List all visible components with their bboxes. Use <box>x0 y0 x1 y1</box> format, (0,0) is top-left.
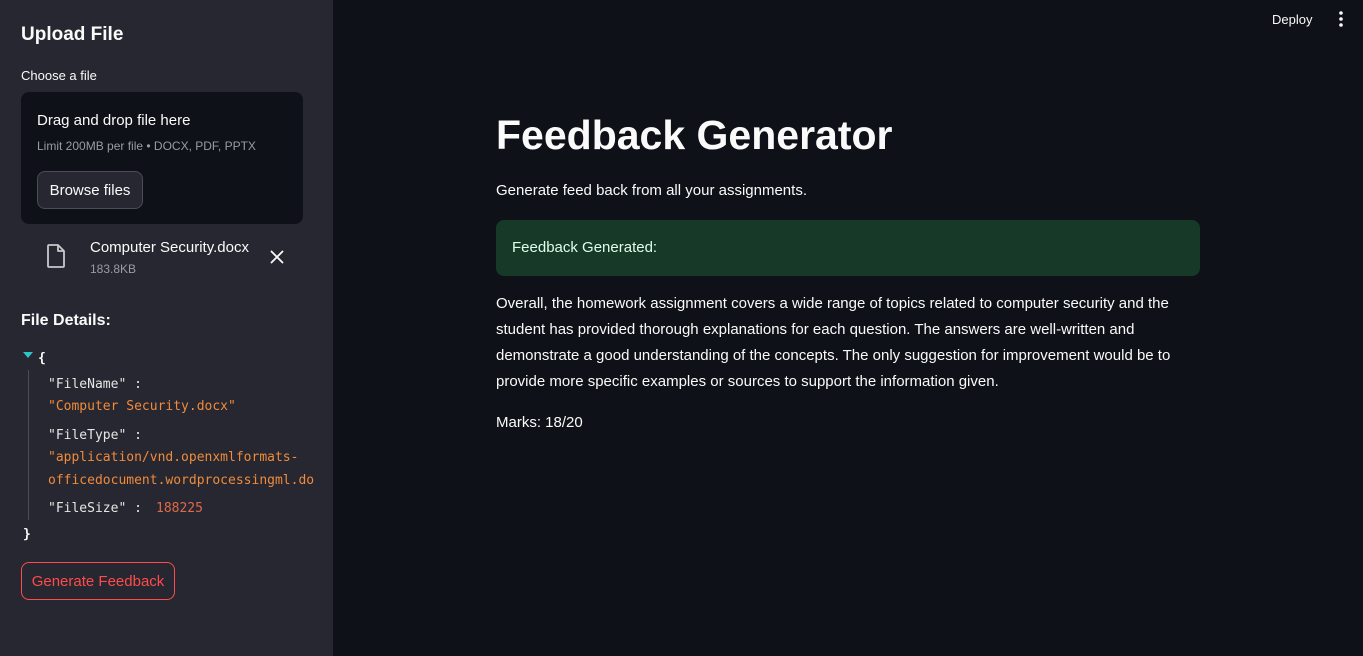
file-details-title: File Details: <box>21 312 111 329</box>
collapse-caret-icon[interactable] <box>23 352 33 358</box>
json-key-filename: "FileName" : <box>48 377 142 392</box>
file-details-json: { "FileName" : "Computer Security.docx" … <box>0 348 333 548</box>
dropzone-limit-text: Limit 200MB per file • DOCX, PDF, PPTX <box>37 139 256 153</box>
json-value-filesize: 188225 <box>156 501 203 516</box>
sidebar: Upload File Choose a file Drag and drop … <box>0 0 333 656</box>
json-key-filesize: "FileSize" : <box>48 501 142 516</box>
dropzone-instructions: Drag and drop file here <box>37 112 191 129</box>
file-dropzone[interactable]: Drag and drop file here Limit 200MB per … <box>21 92 303 224</box>
sidebar-title: Upload File <box>21 24 124 45</box>
more-vertical-icon[interactable] <box>1334 9 1348 29</box>
app: Upload File Choose a file Drag and drop … <box>0 0 1363 656</box>
json-value-filename: "Computer Security.docx" <box>48 399 236 414</box>
success-alert: Feedback Generated: <box>496 220 1200 276</box>
file-icon <box>47 244 65 268</box>
uploaded-file-size: 183.8KB <box>90 262 137 276</box>
uploaded-file-name: Computer Security.docx <box>90 239 249 256</box>
success-alert-text: Feedback Generated: <box>512 239 658 256</box>
json-key-filetype: "FileType" : <box>48 428 142 443</box>
json-close-brace: } <box>23 527 31 542</box>
json-value-filetype-line2: officedocument.wordprocessingml.do <box>48 473 315 488</box>
uploaded-file-item: Computer Security.docx 183.8KB <box>21 236 303 282</box>
json-open-brace: { <box>38 351 46 366</box>
uploader-label: Choose a file <box>21 68 97 83</box>
page-title: Feedback Generator <box>496 112 893 158</box>
marks-text: Marks: 18/20 <box>496 414 583 431</box>
deploy-button[interactable]: Deploy <box>1262 8 1322 30</box>
generate-feedback-button[interactable]: Generate Feedback <box>21 562 175 600</box>
page-subtitle: Generate feed back from all your assignm… <box>496 182 807 199</box>
close-icon[interactable] <box>268 248 286 266</box>
feedback-text: Overall, the homework assignment covers … <box>496 295 1171 390</box>
json-indent-guide <box>28 370 29 520</box>
browse-files-button[interactable]: Browse files <box>37 171 143 209</box>
json-value-filetype-line1: "application/vnd.openxmlformats- <box>48 450 299 465</box>
